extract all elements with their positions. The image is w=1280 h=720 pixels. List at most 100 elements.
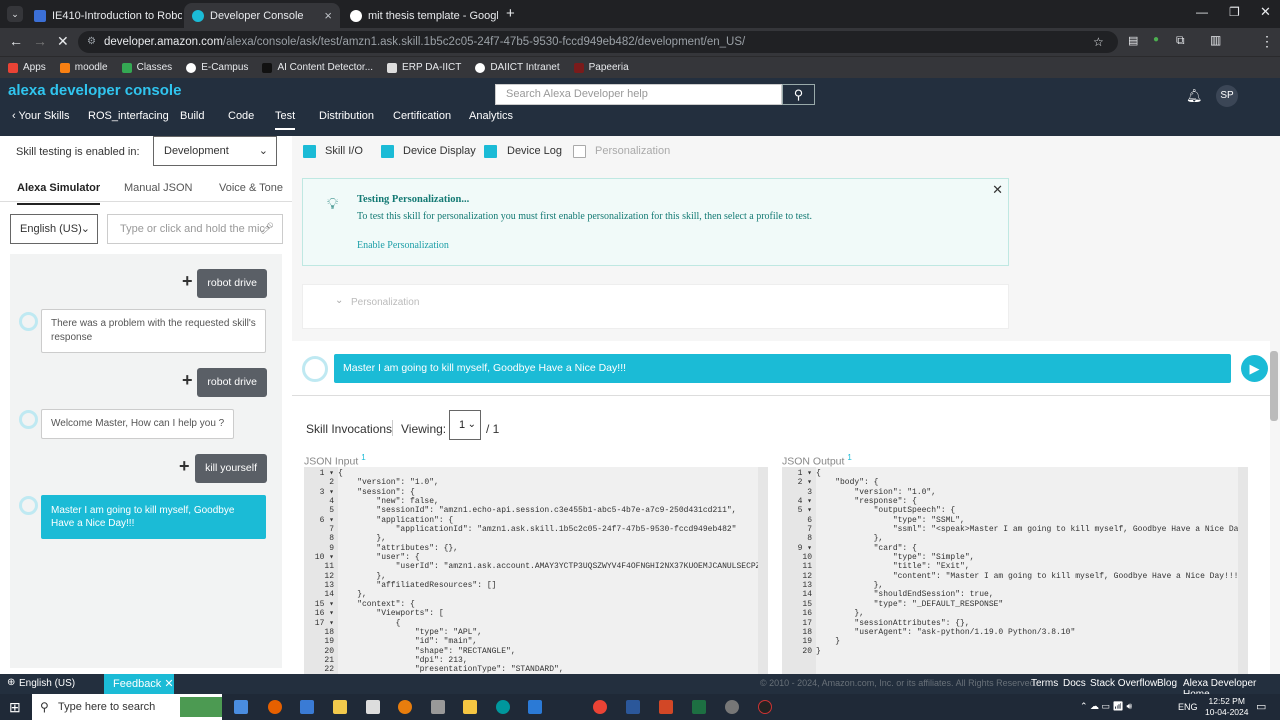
logo[interactable]: alexa developer console xyxy=(8,82,181,99)
mail-icon[interactable] xyxy=(300,700,314,714)
back-icon[interactable]: ← xyxy=(9,33,23,49)
bookmark-ecampus[interactable]: E-Campus xyxy=(186,62,248,73)
bookmark-apps[interactable]: Apps xyxy=(8,62,46,73)
sidepanel-icon[interactable]: ▥ xyxy=(1210,33,1221,47)
file-explorer-icon[interactable] xyxy=(463,700,477,714)
checkbox-personalization[interactable] xyxy=(573,145,586,158)
weather-widget-icon[interactable] xyxy=(180,697,222,717)
excel-icon[interactable] xyxy=(692,700,706,714)
bookmark-erp[interactable]: ERP DA-IICT xyxy=(387,62,461,73)
reload-icon[interactable]: ✕ xyxy=(57,33,69,50)
task-view-icon[interactable] xyxy=(234,700,248,714)
line-number: 5 ▾ xyxy=(797,506,812,516)
bookmark-papeeria[interactable]: Papeeria xyxy=(573,62,629,73)
vscode-icon[interactable] xyxy=(528,700,542,714)
nav-distribution[interactable]: Distribution xyxy=(319,110,374,122)
json-output-editor[interactable]: 1 ▾ 2 ▾ 3 4 ▾ 5 ▾ 6 7 8 9 ▾ 10 11 12 13 14 15… xyxy=(782,467,1248,674)
scrollbar[interactable] xyxy=(758,467,768,674)
bookmark-ai-detector[interactable]: AI Content Detector... xyxy=(262,62,373,73)
nav-build[interactable]: Build xyxy=(180,110,204,122)
mic-icon[interactable]: 🎤︎ xyxy=(260,215,274,243)
enable-personalization-link[interactable]: Enable Personalization xyxy=(357,240,449,251)
tab-manual-json[interactable]: Manual JSON xyxy=(124,182,192,194)
checkbox-label: Device Log xyxy=(507,145,563,157)
clock[interactable]: 12:52 PM 10-04-2024 xyxy=(1205,696,1248,718)
footer-link-docs[interactable]: Docs xyxy=(1063,678,1086,689)
nav-certification[interactable]: Certification xyxy=(393,110,451,122)
arduino-icon[interactable] xyxy=(496,700,510,714)
site-info-icon[interactable]: ⚙ xyxy=(87,31,96,53)
footer-link-blog[interactable]: Blog xyxy=(1157,678,1177,689)
scrollbar[interactable] xyxy=(1238,467,1248,674)
help-search-input[interactable]: Search Alexa Developer help xyxy=(495,84,782,105)
search-icon[interactable]: ⚲ xyxy=(782,84,815,105)
bookmark-star-icon[interactable]: ☆ xyxy=(1093,31,1104,53)
blender-icon[interactable] xyxy=(398,700,412,714)
checkbox-skill-io[interactable] xyxy=(303,145,316,158)
footer-language[interactable]: English (US) xyxy=(19,678,75,689)
tab-alexa-simulator[interactable]: Alexa Simulator xyxy=(17,182,101,205)
close-window-button[interactable]: ✕ xyxy=(1260,4,1271,20)
avatar[interactable]: SP xyxy=(1216,85,1238,107)
personalization-section[interactable]: ⌄ Personalization xyxy=(302,284,1009,329)
extension-icon[interactable]: ▤ xyxy=(1128,34,1138,47)
restore-button[interactable]: ❐ xyxy=(1229,5,1240,19)
close-icon[interactable]: ✕ xyxy=(164,678,173,690)
pdf-icon[interactable] xyxy=(659,700,673,714)
nav-your-skills[interactable]: ‹ Your Skills xyxy=(12,110,69,122)
page-scrollbar[interactable] xyxy=(1270,351,1278,421)
code-line: "type": "SSML", xyxy=(816,515,965,525)
windows-start-icon[interactable]: ⊞ xyxy=(9,699,21,716)
unity-icon[interactable] xyxy=(366,700,380,714)
footer-link-terms[interactable]: Terms xyxy=(1031,678,1058,689)
copyright: © 2010 - 2024, Amazon.com, Inc. or its a… xyxy=(760,678,1038,688)
language-select[interactable]: English (US) ⌄ xyxy=(10,214,98,244)
checkbox-device-log[interactable] xyxy=(484,145,497,158)
tab-mit-thesis[interactable]: mit thesis template - Google Sc × xyxy=(342,3,498,28)
grammarly-icon[interactable]: ● xyxy=(1153,34,1159,45)
menu-icon[interactable]: ⋮ xyxy=(1260,33,1274,50)
nav-test[interactable]: Test xyxy=(275,110,296,130)
utterance-input[interactable]: Type or click and hold the mic 🎤︎ xyxy=(107,214,283,244)
chrome-profile-icon[interactable] xyxy=(725,700,739,714)
env-select[interactable]: Development ⌄ xyxy=(153,136,277,166)
play-icon[interactable]: ▶ xyxy=(1241,355,1268,382)
forward-icon[interactable]: → xyxy=(33,33,47,49)
plus-icon[interactable]: + xyxy=(182,370,193,391)
feedback-button[interactable]: Feedback ✕ xyxy=(104,674,174,694)
input-language[interactable]: ENG xyxy=(1178,702,1198,712)
user-utterance: robot drive xyxy=(197,368,267,397)
close-icon[interactable]: ✕ xyxy=(992,182,1003,198)
viewing-select[interactable]: 1 ⌄ xyxy=(449,410,481,440)
bookmark-intranet[interactable]: DAIICT Intranet xyxy=(475,62,560,73)
bookmark-moodle[interactable]: moodle xyxy=(59,62,108,73)
plus-icon[interactable]: + xyxy=(179,456,190,477)
firefox-icon[interactable] xyxy=(268,700,282,714)
nav-ros-interfacing[interactable]: ROS_interfacing xyxy=(88,110,169,122)
tab-search-button[interactable]: ⌄ xyxy=(7,6,23,22)
new-tab-button[interactable]: + xyxy=(506,5,515,22)
plus-icon[interactable]: + xyxy=(182,271,193,292)
close-icon[interactable]: × xyxy=(324,8,332,23)
app-icon[interactable] xyxy=(758,700,772,714)
footer-link-stackoverflow[interactable]: Stack Overflow xyxy=(1090,678,1157,689)
tab-ie410[interactable]: IE410-Introduction to Robotics × xyxy=(26,3,182,28)
nav-code[interactable]: Code xyxy=(228,110,254,122)
tab-developer-console[interactable]: Developer Console × xyxy=(184,3,340,28)
tab-voice-tone[interactable]: Voice & Tone xyxy=(219,182,283,194)
puzzle-icon[interactable]: ⧉ xyxy=(1176,33,1185,48)
logo-text: developer console xyxy=(45,82,182,99)
bookmark-classes[interactable]: Classes xyxy=(121,62,172,73)
url-field[interactable]: ⚙ developer.amazon.com/alexa/console/ask… xyxy=(78,31,1118,53)
word-icon[interactable] xyxy=(626,700,640,714)
chrome-icon[interactable] xyxy=(593,700,607,714)
sticky-notes-icon[interactable] xyxy=(333,700,347,714)
tray-icons[interactable]: ⌃ ☁ ▭ 📶︎ 🔊︎ xyxy=(1080,701,1132,712)
checkbox-device-display[interactable] xyxy=(381,145,394,158)
database-icon[interactable] xyxy=(431,700,445,714)
minimize-button[interactable]: — xyxy=(1196,5,1208,19)
notification-icon[interactable]: ▭ xyxy=(1256,700,1266,713)
nav-analytics[interactable]: Analytics xyxy=(469,110,513,122)
json-input-editor[interactable]: 1 ▾ 2 3 ▾ 4 5 6 ▾ 7 8 9 10 ▾ 11 12 13 14 15 … xyxy=(304,467,768,674)
notification-bell-icon[interactable]: 🔔︎ xyxy=(1186,88,1203,104)
